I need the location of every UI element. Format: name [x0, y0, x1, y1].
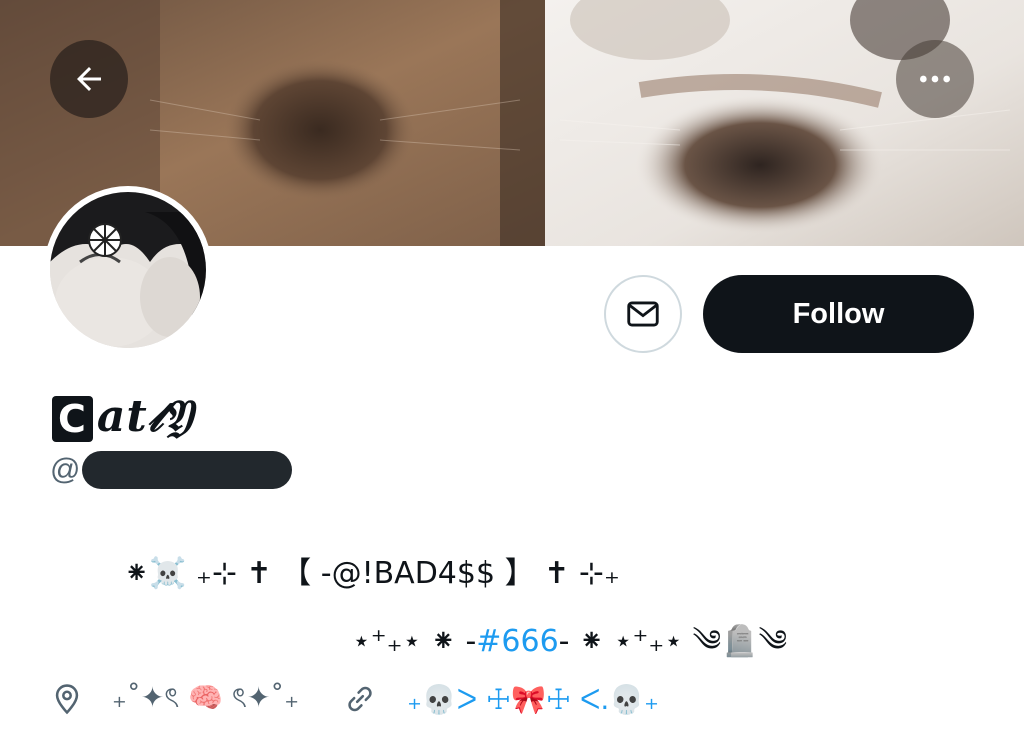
bio-line-2-prefix: ⋆⁺₊⋆ ⁕ -	[352, 624, 477, 659]
message-button[interactable]	[604, 275, 682, 353]
display-name: C at𝓉𝔜	[52, 384, 194, 442]
location-pin-icon	[50, 682, 84, 716]
handle-at-sign: @	[50, 453, 81, 486]
user-handle: @	[50, 451, 293, 489]
handle-redaction	[82, 451, 293, 489]
profile-page: Follow C at𝓉𝔜 @ ⁕☠️ ₊⊹ ✝ 【 -@!BAD4$$ 】 ✝…	[0, 0, 1024, 738]
arrow-left-icon	[77, 67, 101, 91]
avatar-image	[50, 192, 206, 348]
display-name-boxed-letter: C	[52, 396, 93, 442]
profile-avatar[interactable]	[44, 186, 212, 354]
location-text: ₊˚✦ৎ 🧠 ৎ✦˚₊	[112, 680, 300, 714]
more-horizontal-icon	[920, 75, 950, 83]
link-icon	[343, 682, 377, 716]
follow-button[interactable]: Follow	[703, 275, 974, 353]
more-options-button[interactable]	[896, 40, 974, 118]
bio-line-1: ⁕☠️ ₊⊹ ✝ 【 -@!BAD4$$ 】 ✝ ⊹₊	[124, 556, 620, 591]
display-name-rest: at𝓉𝔜	[96, 391, 194, 442]
hashtag-link[interactable]: #666	[476, 624, 558, 659]
profile-link[interactable]: ₊💀ᐳ ☩🎀☩ ᐸ.💀₊	[407, 683, 659, 716]
profile-meta-row: ₊˚✦ৎ 🧠 ৎ✦˚₊ ₊💀ᐳ ☩🎀☩ ᐸ.💀₊	[50, 676, 659, 722]
mail-icon	[627, 301, 659, 327]
bio-line-2-suffix: - ⁕ ⋆⁺₊⋆ ༄🪦༄	[558, 624, 788, 659]
back-button[interactable]	[50, 40, 128, 118]
